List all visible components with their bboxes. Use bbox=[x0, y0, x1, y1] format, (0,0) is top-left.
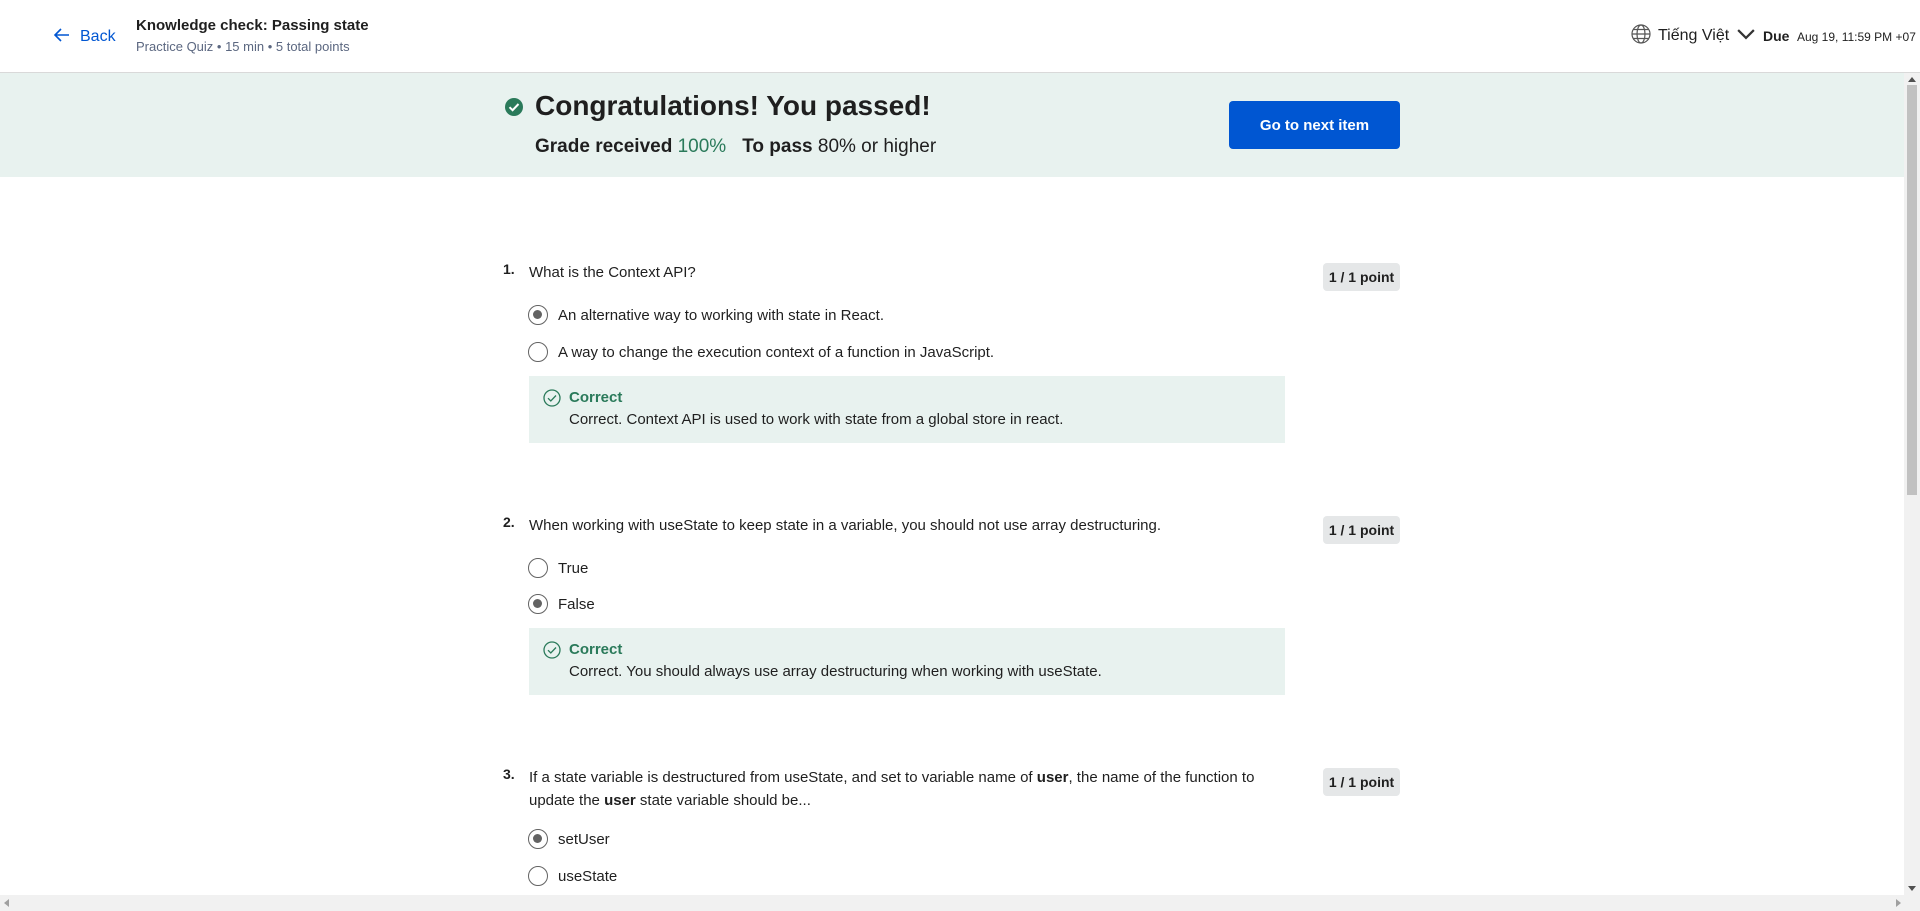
radio-selected-icon[interactable] bbox=[528, 594, 548, 614]
answer-option[interactable]: setUser bbox=[528, 827, 610, 851]
answer-option[interactable]: useState bbox=[528, 864, 617, 888]
scroll-right-arrow-icon[interactable] bbox=[1896, 899, 1901, 907]
pass-value: 80% or higher bbox=[817, 136, 937, 157]
option-label: True bbox=[558, 559, 589, 577]
grade-received: Grade received 100% bbox=[535, 136, 726, 158]
question-text-part: state variable should be... bbox=[635, 792, 811, 809]
radio-selected-icon[interactable] bbox=[528, 305, 548, 325]
question-text: If a state variable is destructured from… bbox=[529, 766, 1289, 812]
language-selector[interactable]: Tiếng Việt bbox=[1630, 23, 1757, 50]
option-label: False bbox=[558, 595, 595, 613]
check-circle-outline-icon bbox=[543, 389, 561, 407]
option-label: setUser bbox=[558, 830, 610, 848]
result-title: Congratulations! You passed! bbox=[535, 90, 931, 121]
scroll-down-arrow-icon[interactable] bbox=[1908, 886, 1916, 891]
due-date: Aug 19, 11:59 PM +07 bbox=[1797, 30, 1916, 44]
points-badge: 1 / 1 point bbox=[1323, 768, 1400, 796]
grade-value: 100% bbox=[677, 136, 727, 157]
feedback-text: Correct. You should always use array des… bbox=[569, 663, 1102, 680]
answer-option[interactable]: A way to change the execution context of… bbox=[528, 340, 994, 364]
chevron-down-icon bbox=[1735, 23, 1757, 50]
scrollbar-thumb[interactable] bbox=[1907, 85, 1917, 495]
feedback-box: Correct Correct. You should always use a… bbox=[529, 628, 1285, 695]
grade-label: Grade received bbox=[535, 136, 673, 157]
radio-selected-icon[interactable] bbox=[528, 829, 548, 849]
globe-icon bbox=[1630, 23, 1652, 50]
pass-label: To pass bbox=[742, 136, 813, 157]
question-text-bold: user bbox=[1036, 769, 1069, 786]
horizontal-scrollbar[interactable] bbox=[0, 895, 1920, 911]
question-text: When working with useState to keep state… bbox=[529, 517, 1162, 534]
pass-threshold: To pass 80% or higher bbox=[742, 136, 936, 158]
question-text: What is the Context API? bbox=[529, 264, 696, 281]
grade-summary: Grade received 100% To pass 80% or highe… bbox=[535, 136, 936, 158]
answer-option[interactable]: False bbox=[528, 592, 595, 616]
vertical-scrollbar[interactable] bbox=[1904, 73, 1920, 895]
feedback-box: Correct Correct. Context API is used to … bbox=[529, 376, 1285, 443]
check-circle-outline-icon bbox=[543, 641, 561, 659]
scroll-left-arrow-icon[interactable] bbox=[4, 899, 9, 907]
points-badge: 1 / 1 point bbox=[1323, 516, 1400, 544]
option-label: An alternative way to working with state… bbox=[558, 306, 884, 324]
back-button[interactable]: Back bbox=[52, 25, 116, 49]
question-number: 1. bbox=[503, 261, 515, 277]
scroll-up-arrow-icon[interactable] bbox=[1908, 77, 1916, 82]
question-text-part: If a state variable is destructured from… bbox=[529, 769, 1037, 786]
feedback-title: Correct bbox=[569, 389, 623, 406]
feedback-text: Correct. Context API is used to work wit… bbox=[569, 411, 1064, 428]
question-number: 3. bbox=[503, 766, 515, 782]
feedback-title: Correct bbox=[569, 641, 623, 658]
quiz-title: Knowledge check: Passing state bbox=[136, 17, 369, 34]
answer-option[interactable]: True bbox=[528, 556, 588, 580]
language-label: Tiếng Việt bbox=[1658, 27, 1730, 44]
radio-unselected-icon[interactable] bbox=[528, 866, 548, 886]
answer-option[interactable]: An alternative way to working with state… bbox=[528, 303, 884, 327]
question-text-bold: user bbox=[604, 792, 636, 809]
arrow-left-icon bbox=[52, 25, 72, 50]
go-to-next-item-button[interactable]: Go to next item bbox=[1229, 101, 1400, 149]
back-label: Back bbox=[80, 28, 116, 45]
quiz-meta: Practice Quiz • 15 min • 5 total points bbox=[136, 39, 350, 54]
option-label: A way to change the execution context of… bbox=[558, 343, 995, 361]
radio-unselected-icon[interactable] bbox=[528, 342, 548, 362]
option-label: useState bbox=[558, 867, 618, 885]
radio-unselected-icon[interactable] bbox=[528, 558, 548, 578]
check-circle-icon bbox=[504, 97, 524, 117]
result-banner bbox=[0, 73, 1904, 177]
due-label: Due bbox=[1763, 28, 1790, 44]
points-badge: 1 / 1 point bbox=[1323, 263, 1400, 291]
question-number: 2. bbox=[503, 514, 515, 530]
page-header: Back Knowledge check: Passing state Prac… bbox=[0, 0, 1920, 73]
